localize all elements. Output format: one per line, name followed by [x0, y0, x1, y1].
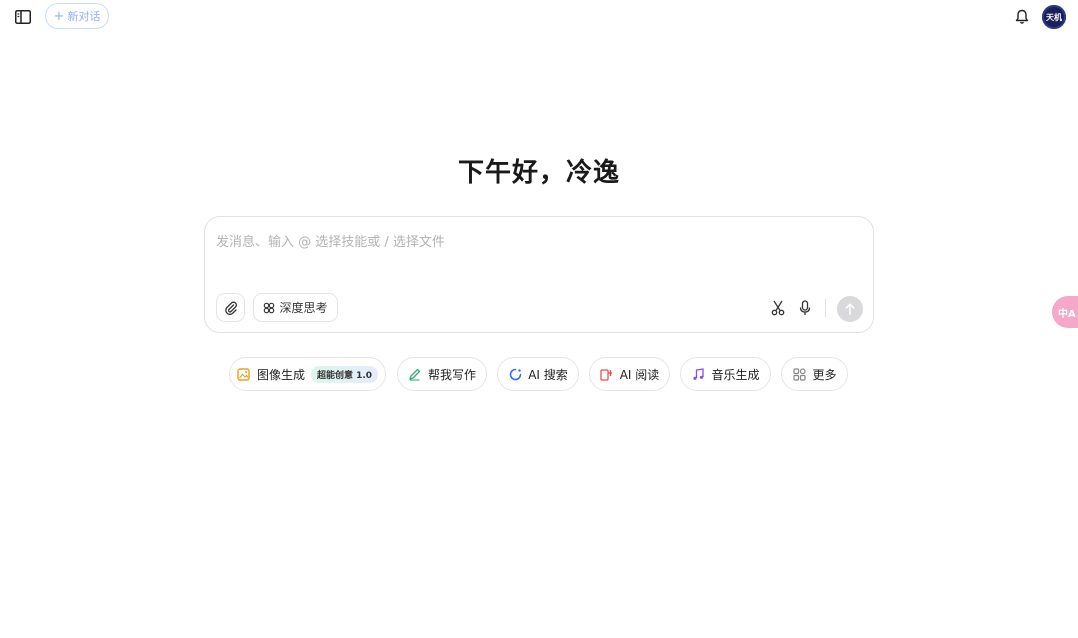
new-chat-button[interactable]: + 新对话 [45, 3, 109, 29]
microphone-icon[interactable] [796, 299, 814, 317]
bell-icon[interactable] [1013, 7, 1031, 27]
quick-action-image-generation[interactable]: 图像生成 超能创意 1.0 [229, 357, 386, 391]
deep-think-label: 深度思考 [279, 301, 328, 315]
quick-action-label: 图像生成 [256, 367, 305, 382]
quick-actions: 图像生成 超能创意 1.0 帮我写作 AI 搜索 AI 阅读 音乐生成 更多 [0, 357, 1078, 391]
sidebar-toggle-icon[interactable] [12, 7, 34, 27]
plus-icon: + [53, 8, 65, 24]
quick-action-ai-search[interactable]: AI 搜索 [497, 357, 579, 391]
quick-action-label: 帮我写作 [427, 367, 476, 382]
pen-icon [408, 367, 422, 381]
quick-action-label: 音乐生成 [711, 367, 760, 382]
quick-action-label: AI 阅读 [619, 367, 660, 382]
divider [825, 299, 826, 317]
new-chat-label: 新对话 [67, 10, 101, 23]
avatar-text: 天机 [1046, 12, 1062, 22]
read-icon [600, 367, 614, 381]
greeting-title: 下午好，冷逸 [457, 158, 620, 188]
translate-float-button[interactable]: 中A [1052, 296, 1078, 328]
quick-action-badge: 超能创意 1.0 [310, 365, 379, 383]
quick-action-music-generation[interactable]: 音乐生成 [680, 357, 771, 391]
attach-button[interactable] [216, 293, 245, 322]
quick-action-writing[interactable]: 帮我写作 [397, 357, 487, 391]
quick-action-more[interactable]: 更多 [781, 357, 848, 391]
paperclip-icon [224, 301, 237, 315]
search-icon [508, 367, 522, 381]
deep-think-icon [264, 302, 275, 313]
image-icon [237, 367, 251, 381]
translate-float-text: 中A [1058, 308, 1076, 320]
quick-action-label: AI 搜索 [528, 367, 568, 382]
top-bar: + 新对话 天机 [0, 0, 1078, 34]
quick-action-label: 更多 [812, 367, 837, 382]
quick-action-ai-reading[interactable]: AI 阅读 [589, 357, 670, 391]
arrow-up-icon [845, 303, 855, 315]
message-input[interactable]: 发消息、输入 @ 选择技能或 / 选择文件 [216, 231, 445, 250]
send-button[interactable] [837, 296, 863, 322]
message-composer[interactable]: 发消息、输入 @ 选择技能或 / 选择文件 深度思考 [204, 216, 874, 333]
music-icon [691, 367, 705, 381]
more-icon [792, 367, 806, 381]
scissors-icon[interactable] [769, 299, 787, 317]
deep-think-button[interactable]: 深度思考 [253, 293, 338, 322]
avatar[interactable]: 天机 [1042, 5, 1066, 29]
